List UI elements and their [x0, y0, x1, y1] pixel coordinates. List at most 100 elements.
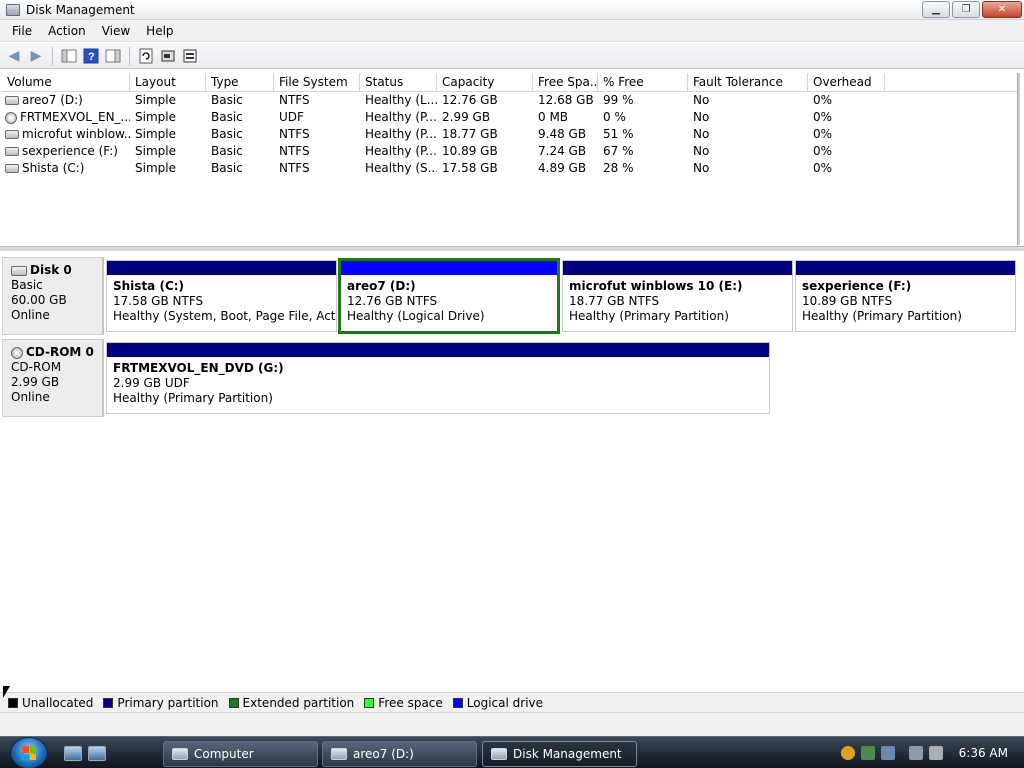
legend-swatch: [8, 697, 18, 708]
table-row[interactable]: FRTMEXVOL_EN_... Simple Basic UDF Healthy (P…: [2, 109, 1017, 126]
volume-list-scrollbar[interactable]: [1018, 73, 1020, 245]
partition-e-size: 18.77 GB NTFS: [569, 294, 660, 308]
update-icon[interactable]: [860, 746, 875, 760]
cell-fault-tolerance: No: [693, 144, 710, 158]
cell-fault-tolerance: No: [693, 127, 710, 141]
table-row[interactable]: microfut winblow... Simple Basic NTFS Health…: [2, 126, 1017, 143]
partition-f-body: sexperience (F:) 10.89 GB NTFS Healthy (…: [796, 275, 1015, 324]
cdrom-0-size: 2.99 GB: [11, 375, 60, 389]
taskbar-button-areo7[interactable]: areo7 (D:): [322, 741, 477, 767]
show-desktop-icon[interactable]: [64, 746, 82, 761]
disk-management-icon: [491, 748, 507, 760]
mouse-cursor-icon: [3, 686, 10, 698]
display-icon[interactable]: [880, 746, 895, 760]
properties-icon[interactable]: [103, 46, 123, 66]
volume-list: Volume Layout Type File System Status Ca…: [2, 73, 1018, 245]
window-title: Disk Management: [26, 2, 135, 17]
column-volume[interactable]: Volume: [2, 73, 130, 91]
maximize-button[interactable]: ❐: [952, 1, 980, 18]
cell-layout: Simple: [135, 144, 176, 158]
column-capacity[interactable]: Capacity: [437, 73, 533, 91]
cell-volume: areo7 (D:): [2, 92, 130, 109]
table-row[interactable]: Shista (C:) Simple Basic NTFS Healthy (S... 1…: [2, 160, 1017, 177]
status-bar: [0, 712, 1024, 736]
partition-d[interactable]: areo7 (D:) 12.76 GB NTFS Healthy (Logica…: [338, 258, 560, 334]
legend-swatch: [452, 697, 463, 708]
volume-list-body: areo7 (D:) Simple Basic NTFS Healthy (L... 12…: [2, 92, 1017, 177]
legend-swatch: [228, 697, 239, 708]
column-file-system[interactable]: File System: [274, 73, 360, 91]
cell-status: Healthy (L...: [365, 93, 437, 107]
menu-bar: File Action View Help: [0, 20, 1024, 42]
cell-capacity: 18.77 GB: [442, 127, 498, 141]
refresh-icon[interactable]: [136, 46, 156, 66]
table-row[interactable]: sexperience (F:) Simple Basic NTFS Healthy (…: [2, 143, 1017, 160]
column-fault-tolerance[interactable]: Fault Tolerance: [688, 73, 808, 91]
toolbar: ◀ ▶ ?: [0, 43, 1024, 69]
menu-file[interactable]: File: [4, 24, 40, 38]
column-free-space[interactable]: Free Spa...: [533, 73, 598, 91]
partition-c-size: 17.58 GB NTFS: [113, 294, 204, 308]
cell-layout: Simple: [135, 127, 176, 141]
disk-0-name: Disk 0: [30, 263, 72, 277]
close-button[interactable]: ✕: [982, 1, 1022, 18]
taskbar-button-computer[interactable]: Computer: [163, 741, 318, 767]
partition-f[interactable]: sexperience (F:) 10.89 GB NTFS Healthy (…: [795, 260, 1016, 332]
column-type[interactable]: Type: [206, 73, 274, 91]
table-row[interactable]: areo7 (D:) Simple Basic NTFS Healthy (L... 12…: [2, 92, 1017, 109]
legend-label: Free space: [378, 695, 443, 710]
cell-volume: sexperience (F:): [2, 143, 130, 160]
minimize-button[interactable]: ▁: [922, 1, 950, 18]
cell-type: Basic: [211, 110, 243, 124]
cell-volume: microfut winblow...: [2, 126, 130, 143]
cell-percent-free: 51 %: [603, 127, 634, 141]
column-overhead[interactable]: Overhead: [808, 73, 885, 91]
rescan-icon[interactable]: [180, 46, 200, 66]
partition-f-name: sexperience (F:): [802, 279, 912, 293]
help-icon[interactable]: ?: [81, 46, 101, 66]
cdrom-icon: [11, 346, 23, 359]
partition-e-status: Healthy (Primary Partition): [569, 309, 729, 323]
column-layout[interactable]: Layout: [130, 73, 206, 91]
disk-0-name-row: Disk 0: [11, 263, 102, 278]
menu-action[interactable]: Action: [40, 24, 94, 38]
cell-free-space: 4.89 GB: [538, 161, 587, 175]
cell-layout: Simple: [135, 110, 176, 124]
cdrom-0-status: Online: [11, 390, 50, 404]
partition-g[interactable]: FRTMEXVOL_EN_DVD (G:) 2.99 GB UDF Health…: [106, 342, 770, 414]
cell-volume: FRTMEXVOL_EN_...: [2, 109, 130, 126]
cdrom-0-type: CD-ROM: [11, 360, 62, 374]
cell-file-system: NTFS: [279, 144, 310, 158]
partition-d-name: areo7 (D:): [347, 279, 416, 293]
partition-e[interactable]: microfut winblows 10 (E:) 18.77 GB NTFS …: [562, 260, 793, 332]
disk-properties-icon[interactable]: [158, 46, 178, 66]
partition-e-name: microfut winblows 10 (E:): [569, 279, 743, 293]
partition-c[interactable]: Shista (C:) 17.58 GB NTFS Healthy (Syste…: [106, 260, 337, 332]
cell-overhead: 0%: [813, 127, 833, 141]
cell-type: Basic: [211, 93, 243, 107]
cell-fault-tolerance: No: [693, 110, 710, 124]
volume-name: Shista (C:): [22, 161, 85, 175]
back-icon[interactable]: ◀: [4, 46, 24, 66]
disk-0-label[interactable]: Disk 0 Basic 60.00 GB Online: [2, 257, 104, 335]
cdrom-icon: [5, 111, 17, 124]
console-tree-icon[interactable]: [59, 46, 79, 66]
column-percent-free[interactable]: % Free: [598, 73, 688, 91]
forward-icon[interactable]: ▶: [26, 46, 46, 66]
clock[interactable]: 6:36 AM: [959, 746, 1008, 760]
menu-help[interactable]: Help: [138, 24, 181, 38]
network-icon[interactable]: [908, 746, 923, 760]
svg-text:?: ?: [88, 51, 95, 63]
menu-view[interactable]: View: [94, 24, 138, 38]
security-shield-icon[interactable]: [840, 746, 855, 760]
column-status[interactable]: Status: [360, 73, 437, 91]
cdrom-0-row: CD-ROM 0 CD-ROM 2.99 GB Online: [2, 339, 104, 417]
taskbar-button-disk-management[interactable]: Disk Management: [482, 741, 637, 767]
legend-logical: Logical drive: [452, 696, 543, 710]
cell-fault-tolerance: No: [693, 93, 710, 107]
cdrom-0-label[interactable]: CD-ROM 0 CD-ROM 2.99 GB Online: [2, 339, 104, 417]
volume-icon[interactable]: [928, 746, 943, 760]
switch-windows-icon[interactable]: [88, 746, 106, 761]
start-button[interactable]: [10, 737, 48, 768]
partition-g-body: FRTMEXVOL_EN_DVD (G:) 2.99 GB UDF Health…: [107, 357, 769, 406]
